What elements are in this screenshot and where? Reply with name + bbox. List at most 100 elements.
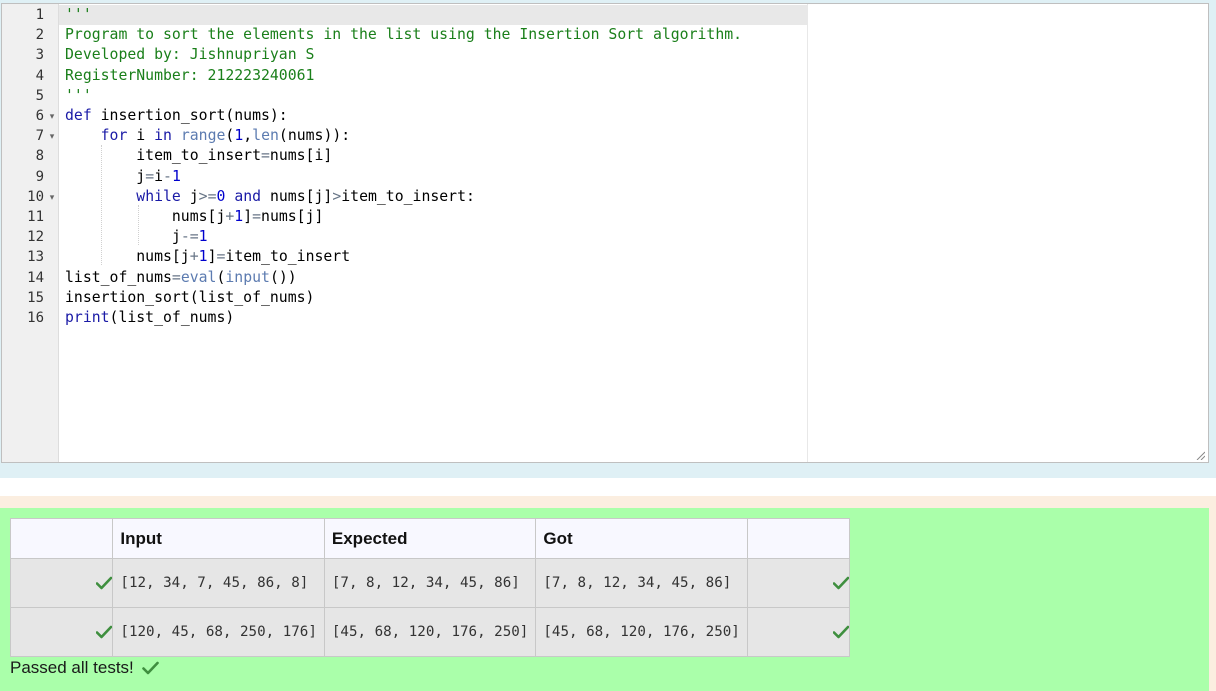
line-number: 16 bbox=[27, 310, 44, 326]
expected-header: Expected bbox=[323, 518, 537, 559]
code-line: ''' bbox=[65, 5, 92, 25]
got-header: Got bbox=[535, 518, 748, 559]
result-cell bbox=[746, 558, 851, 608]
code-line: nums[j+1]=nums[j] bbox=[65, 207, 324, 227]
check-icon bbox=[96, 625, 113, 639]
code-token: Developed by: Jishnupriyan S bbox=[65, 46, 315, 64]
code-token: nums[j bbox=[65, 248, 190, 266]
code-token: ] bbox=[243, 208, 253, 225]
code-token: and bbox=[234, 187, 262, 205]
code-token: nums[i] bbox=[269, 147, 333, 165]
check-icon bbox=[96, 576, 113, 590]
line-number: 7 bbox=[35, 128, 44, 145]
code-token: in bbox=[154, 127, 172, 145]
code-line: for i in range(1,len(nums)): bbox=[65, 126, 351, 146]
code-token: , bbox=[243, 127, 253, 145]
fold-arrow-icon[interactable]: ▾ bbox=[47, 126, 57, 146]
line-number: 8 bbox=[35, 148, 44, 165]
code-token: nums[j] bbox=[261, 208, 324, 225]
active-line-highlight bbox=[59, 5, 807, 25]
code-token: > bbox=[332, 187, 342, 205]
resize-handle-icon[interactable] bbox=[1195, 450, 1205, 460]
code-token: + bbox=[225, 208, 235, 225]
result-cell bbox=[746, 607, 851, 657]
table-row: [120, 45, 68, 250, 176] [45, 68, 120, 17… bbox=[9, 607, 851, 657]
code-line: nums[j+1]=item_to_insert bbox=[65, 247, 350, 267]
code-token: item_to_insert bbox=[225, 248, 351, 266]
code-token: ( bbox=[225, 127, 235, 145]
code-token: Program to sort the elements in the list… bbox=[65, 26, 743, 44]
code-token: nums[j] bbox=[261, 187, 333, 205]
code-token: 1 bbox=[198, 248, 208, 266]
code-line: item_to_insert=nums[i] bbox=[65, 146, 332, 166]
line-number: 13 bbox=[27, 249, 44, 266]
code-token: i bbox=[127, 127, 155, 145]
code-line: RegisterNumber: 212223240061 bbox=[65, 66, 314, 86]
code-token: - bbox=[163, 167, 172, 185]
code-token: (nums)): bbox=[278, 127, 351, 145]
status-header bbox=[9, 518, 114, 559]
input-header: Input bbox=[112, 518, 325, 559]
code-token: j bbox=[65, 228, 181, 246]
code-token: 1 bbox=[171, 167, 181, 185]
code-token: insertion_sort(nums): bbox=[91, 107, 288, 124]
result-header bbox=[746, 518, 851, 559]
code-token: len bbox=[252, 127, 279, 145]
code-token: nums[j bbox=[65, 208, 226, 225]
code-token: print bbox=[65, 309, 110, 326]
code-token: = bbox=[261, 147, 270, 165]
code-line: Program to sort the elements in the list… bbox=[65, 25, 742, 45]
check-icon bbox=[141, 661, 159, 675]
code-editor[interactable]: 1 2 3 4 5 6 ▾ 7 ▾ 8 9 10 ▾ 11 12 13 14 15 16 ''' Program to… bbox=[1, 3, 1209, 463]
code-line: list_of_nums=eval(input()) bbox=[65, 268, 297, 288]
code-token: ()) bbox=[269, 268, 297, 286]
status-cell bbox=[9, 607, 114, 657]
check-icon bbox=[833, 576, 850, 590]
code-token: = bbox=[145, 167, 155, 185]
code-token: 1 bbox=[234, 208, 244, 225]
code-line: j-=1 bbox=[65, 227, 208, 247]
line-number: 15 bbox=[27, 289, 44, 306]
print-margin bbox=[807, 4, 808, 462]
code-token: insertion_sort(list_of_nums) bbox=[65, 288, 315, 306]
line-number: 10 bbox=[27, 188, 44, 205]
line-number: 3 bbox=[35, 47, 44, 64]
code-editor-panel: 1 2 3 4 5 6 ▾ 7 ▾ 8 9 10 ▾ 11 12 13 14 15 16 ''' Program to… bbox=[0, 0, 1216, 478]
code-token: RegisterNumber: 212223240061 bbox=[65, 66, 315, 84]
fold-arrow-icon[interactable]: ▾ bbox=[47, 106, 57, 126]
test-results-panel: Input Expected Got [12, 34, 7, 45, 86, 8… bbox=[0, 508, 1209, 691]
expected-cell: [45, 68, 120, 176, 250] bbox=[323, 607, 537, 657]
code-token: = bbox=[171, 268, 181, 286]
code-token: j bbox=[65, 167, 146, 185]
code-line: Developed by: Jishnupriyan S bbox=[65, 45, 314, 65]
line-number-gutter: 1 2 3 4 5 6 ▾ 7 ▾ 8 9 10 ▾ 11 12 13 14 15 16 bbox=[2, 4, 59, 462]
code-token: for bbox=[100, 127, 128, 145]
code-token: (list_of_nums) bbox=[109, 309, 235, 326]
line-number: 14 bbox=[27, 269, 44, 286]
fold-arrow-icon[interactable]: ▾ bbox=[47, 187, 57, 207]
code-token: eval bbox=[180, 268, 217, 286]
code-token: while bbox=[136, 187, 181, 205]
code-line: print(list_of_nums) bbox=[65, 308, 234, 328]
code-token: + bbox=[189, 248, 199, 266]
code-token: ''' bbox=[65, 6, 92, 23]
code-token: 1 bbox=[234, 127, 244, 145]
code-token: i bbox=[154, 167, 164, 185]
line-number: 6 bbox=[35, 108, 44, 124]
line-number: 11 bbox=[27, 209, 44, 225]
code-token: input bbox=[225, 268, 270, 286]
code-line: insertion_sort(list_of_nums) bbox=[65, 288, 314, 308]
passed-text: Passed all tests! bbox=[10, 658, 134, 677]
code-token: list_of_nums bbox=[65, 268, 172, 286]
code-token: j bbox=[180, 187, 199, 205]
line-number: 4 bbox=[35, 67, 44, 84]
got-cell: [7, 8, 12, 34, 45, 86] bbox=[535, 558, 748, 608]
check-icon bbox=[833, 625, 850, 639]
code-token: 1 bbox=[198, 228, 208, 246]
expected-cell: [7, 8, 12, 34, 45, 86] bbox=[323, 558, 537, 608]
code-line: while j>=0 and nums[j]>item_to_insert: bbox=[65, 187, 475, 207]
code-line: def insertion_sort(nums): bbox=[65, 106, 288, 126]
